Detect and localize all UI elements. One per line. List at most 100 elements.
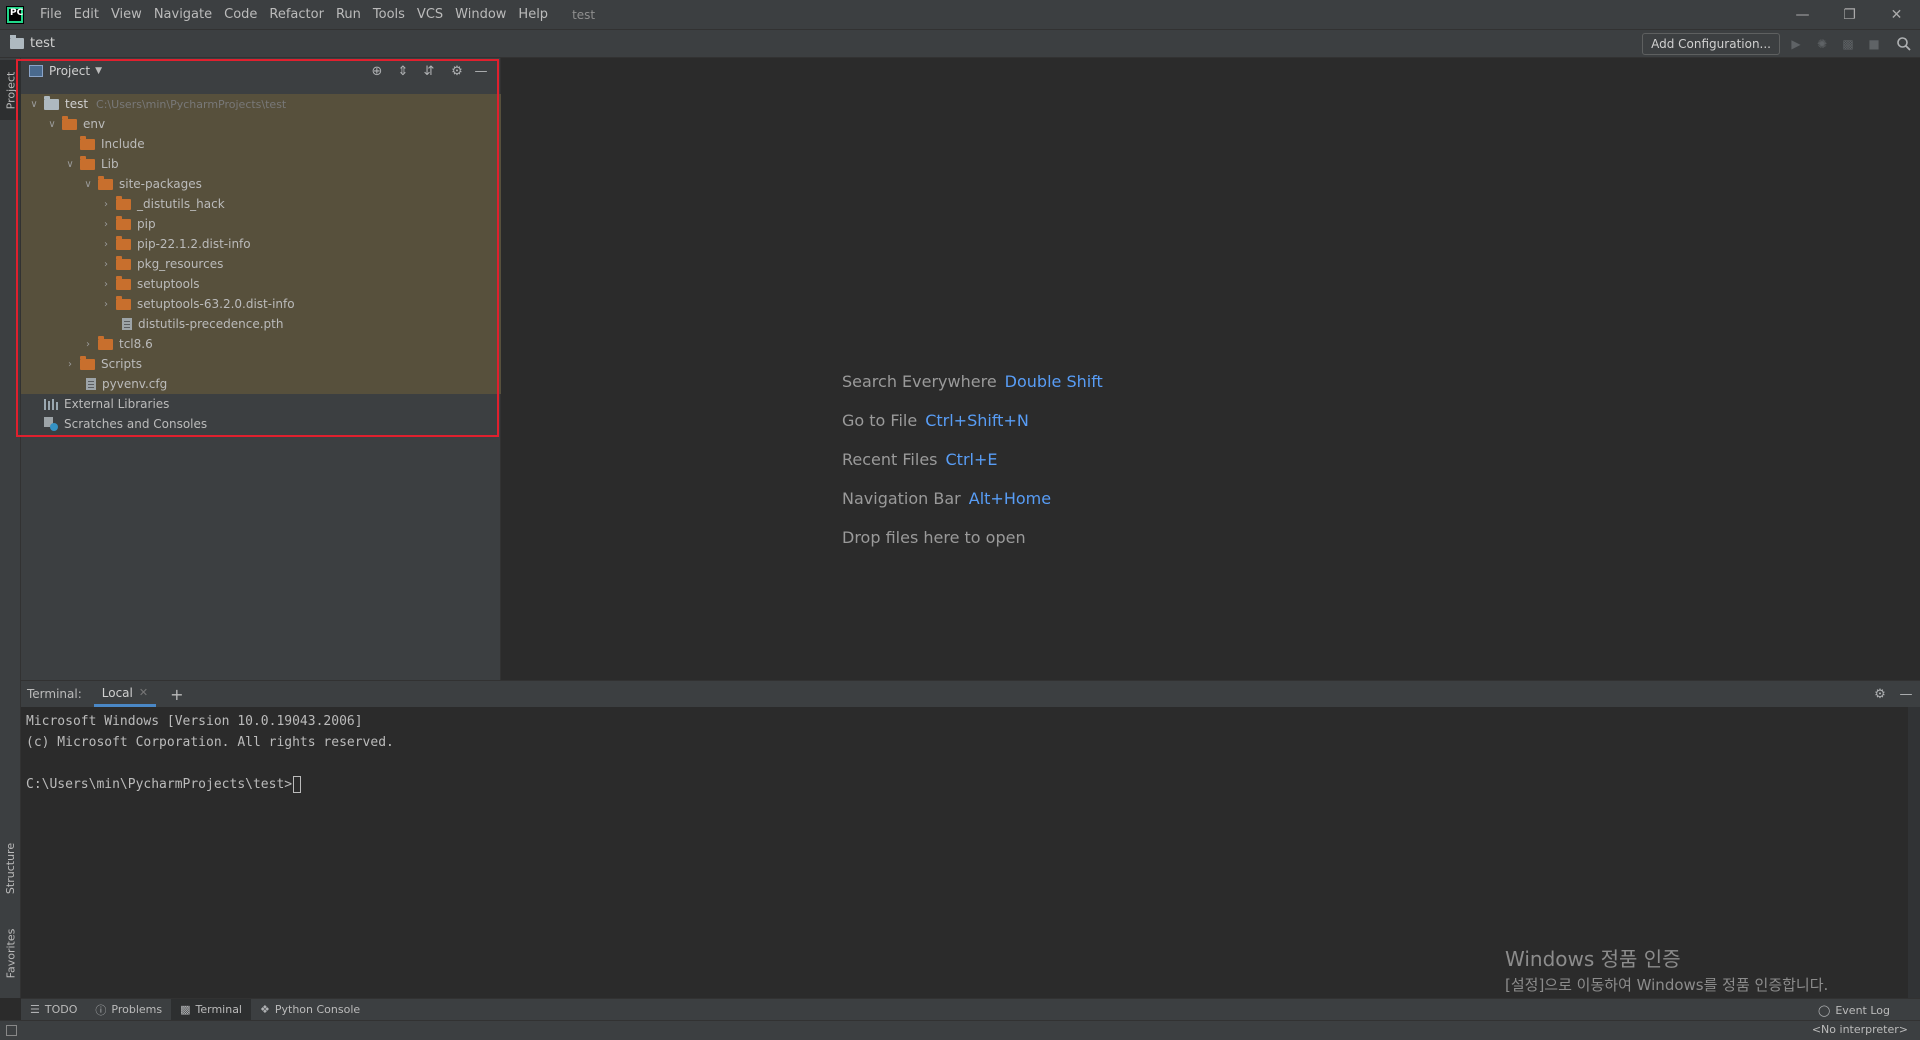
tree-item-setuptools[interactable]: › setuptools <box>21 274 501 294</box>
terminal-tab-local[interactable]: Local ✕ <box>93 681 157 707</box>
tree-item-site-packages[interactable]: ∨ site-packages <box>21 174 501 194</box>
hide-panel-icon[interactable]: — <box>1898 686 1914 702</box>
new-terminal-plus-icon[interactable]: + <box>170 685 183 704</box>
tree-item-distutils-precedence[interactable]: distutils-precedence.pth <box>21 314 501 334</box>
terminal-output[interactable]: Microsoft Windows [Version 10.0.19043.20… <box>21 707 1920 799</box>
scratches-icon <box>44 417 58 431</box>
event-log-button[interactable]: ◯ Event Log <box>1818 999 1890 1021</box>
hide-panel-icon[interactable]: — <box>473 63 489 79</box>
chevron-right-icon[interactable]: › <box>99 259 113 270</box>
chevron-down-icon[interactable]: ∨ <box>45 119 59 130</box>
menu-vcs[interactable]: VCS <box>411 0 449 29</box>
folder-icon <box>116 255 131 270</box>
menu-navigate[interactable]: Navigate <box>148 0 218 29</box>
tree-item-scripts[interactable]: › Scripts <box>21 354 501 374</box>
tab-terminal[interactable]: ▩ Terminal <box>171 998 251 1021</box>
folder-icon <box>80 135 95 150</box>
tree-item-lib[interactable]: ∨ Lib <box>21 154 501 174</box>
toggle-tool-windows-icon[interactable] <box>6 1025 17 1036</box>
project-view-selector[interactable]: Project <box>49 64 90 78</box>
gear-icon[interactable]: ⚙ <box>449 63 465 79</box>
tree-item-pip-dist-info[interactable]: › pip-22.1.2.dist-info <box>21 234 501 254</box>
file-icon <box>86 378 96 390</box>
chevron-down-icon[interactable]: ▼ <box>95 66 102 76</box>
folder-icon <box>116 275 131 290</box>
gear-icon[interactable]: ⚙ <box>1872 686 1888 702</box>
search-icon[interactable] <box>1896 36 1912 52</box>
python-icon: ❖ <box>260 1003 270 1016</box>
tree-item-external-libraries[interactable]: External Libraries <box>21 394 501 414</box>
chevron-right-icon[interactable]: › <box>99 299 113 310</box>
folder-icon <box>44 95 59 110</box>
breadcrumb-project[interactable]: test <box>30 36 55 51</box>
terminal-scrollbar[interactable] <box>1908 707 1920 999</box>
title-bar: PC File Edit View Navigate Code Refactor… <box>0 0 1920 29</box>
tree-item-tcl[interactable]: › tcl8.6 <box>21 334 501 354</box>
menu-help[interactable]: Help <box>512 0 554 29</box>
folder-icon <box>98 175 113 190</box>
chevron-right-icon[interactable]: › <box>99 219 113 230</box>
menu-window[interactable]: Window <box>449 0 512 29</box>
windows-activation-watermark: Windows 정품 인증 [설정]으로 이동하여 Windows를 정품 인증… <box>1505 947 1829 994</box>
expand-all-icon[interactable]: ⇕ <box>395 63 411 79</box>
project-window-icon <box>29 65 43 77</box>
chevron-right-icon[interactable]: › <box>99 239 113 250</box>
menu-refactor[interactable]: Refactor <box>263 0 330 29</box>
close-icon[interactable]: ✕ <box>139 686 148 699</box>
tab-python-console[interactable]: ❖ Python Console <box>251 999 369 1021</box>
editor-area[interactable]: Search Everywhere Double Shift Go to File… <box>502 58 1920 680</box>
folder-icon <box>116 295 131 310</box>
close-button[interactable]: ✕ <box>1873 0 1920 29</box>
menu-file[interactable]: File <box>34 0 68 29</box>
chevron-down-icon[interactable]: ∨ <box>81 179 95 190</box>
menu-edit[interactable]: Edit <box>68 0 105 29</box>
folder-icon <box>116 235 131 250</box>
tree-item-root[interactable]: ∨ test C:\Users\min\PycharmProjects\test <box>21 94 501 114</box>
tree-item-setuptools-dist-info[interactable]: › setuptools-63.2.0.dist-info <box>21 294 501 314</box>
folder-icon <box>62 115 77 130</box>
menu-run[interactable]: Run <box>330 0 367 29</box>
chevron-right-icon[interactable]: › <box>99 279 113 290</box>
collapse-all-icon[interactable]: ⇵ <box>421 63 437 79</box>
chevron-right-icon[interactable]: › <box>81 339 95 350</box>
tree-item-env[interactable]: ∨ env <box>21 114 501 134</box>
tree-item-pyvenv-cfg[interactable]: pyvenv.cfg <box>21 374 501 394</box>
menu-code[interactable]: Code <box>218 0 263 29</box>
locate-icon[interactable]: ⊕ <box>369 63 385 79</box>
window-controls: — ❐ ✕ <box>1779 0 1920 29</box>
interpreter-status[interactable]: <No interpreter> <box>1812 1023 1908 1036</box>
stop-icon[interactable]: ■ <box>1866 36 1882 52</box>
menu-view[interactable]: View <box>105 0 148 29</box>
tree-item-pip[interactable]: › pip <box>21 214 501 234</box>
menu-tools[interactable]: Tools <box>367 0 411 29</box>
terminal-line: ​ <box>26 753 1915 774</box>
project-tree: ∨ test C:\Users\min\PycharmProjects\test… <box>21 94 501 434</box>
left-tool-strip: Project Structure Favorites <box>0 58 21 998</box>
status-bar: <No interpreter> <box>0 1020 1920 1040</box>
tab-favorites[interactable]: Favorites <box>0 913 21 993</box>
chevron-right-icon[interactable]: › <box>63 359 77 370</box>
tab-problems[interactable]: ⓘ Problems <box>86 999 171 1021</box>
terminal-cursor <box>293 776 302 793</box>
chevron-down-icon[interactable]: ∨ <box>27 99 41 110</box>
tree-item-scratches[interactable]: Scratches and Consoles <box>21 414 501 434</box>
hint-search-everywhere: Search Everywhere Double Shift <box>842 372 1103 391</box>
chevron-right-icon[interactable]: › <box>99 199 113 210</box>
restore-button[interactable]: ❐ <box>1826 0 1873 29</box>
tree-item-distutils-hack[interactable]: › _distutils_hack <box>21 194 501 214</box>
minimize-button[interactable]: — <box>1779 0 1826 29</box>
hint-recent-files: Recent Files Ctrl+E <box>842 450 998 469</box>
tab-todo[interactable]: ☰ TODO <box>21 999 86 1021</box>
tree-item-include[interactable]: Include <box>21 134 501 154</box>
run-icon[interactable]: ▶ <box>1788 36 1804 52</box>
debug-icon[interactable]: ✺ <box>1814 36 1830 52</box>
folder-icon <box>80 155 95 170</box>
tab-structure[interactable]: Structure <box>0 828 21 908</box>
add-configuration-button[interactable]: Add Configuration... <box>1642 33 1780 55</box>
tab-project[interactable]: Project <box>0 60 21 120</box>
hint-go-to-file: Go to File Ctrl+Shift+N <box>842 411 1029 430</box>
chevron-down-icon[interactable]: ∨ <box>63 159 77 170</box>
tree-item-pkg-resources[interactable]: › pkg_resources <box>21 254 501 274</box>
coverage-icon[interactable]: ▩ <box>1840 36 1856 52</box>
terminal-line: (c) Microsoft Corporation. All rights re… <box>26 735 394 750</box>
